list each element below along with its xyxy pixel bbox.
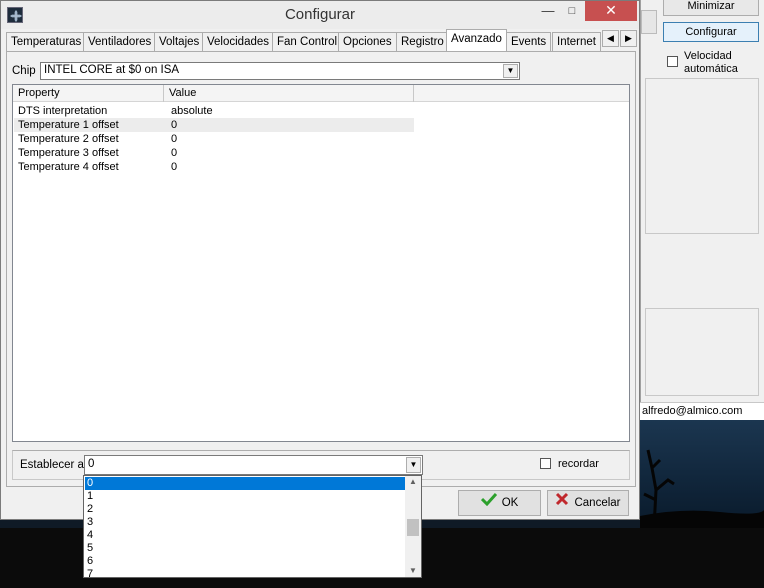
dropdown-option[interactable]: 1 <box>85 490 405 503</box>
property-name: DTS interpretation <box>18 105 108 117</box>
tab-temperaturas[interactable]: Temperaturas <box>6 32 87 51</box>
fan-app-icon <box>7 7 23 23</box>
set-to-value: 0 <box>88 458 95 470</box>
scroll-down-icon[interactable]: ▼ <box>405 565 421 577</box>
remember-checkbox[interactable] <box>540 458 551 469</box>
property-grid[interactable]: Property Value DTS interpretation absolu… <box>12 84 630 442</box>
checkmark-icon <box>480 491 497 515</box>
dropdown-option[interactable]: 6 <box>85 555 405 568</box>
cancel-x-icon <box>555 491 569 515</box>
grid-header: Property Value <box>13 85 629 102</box>
chevron-down-icon[interactable]: ▼ <box>406 457 421 473</box>
property-name: Temperature 2 offset <box>18 133 119 145</box>
dropdown-option[interactable]: 4 <box>85 529 405 542</box>
configure-dialog: Configurar — □ ✕ Temperaturas Ventilador… <box>0 0 640 520</box>
background-panel-bottom <box>645 308 759 396</box>
dropdown-option-selected[interactable]: 0 <box>85 477 405 490</box>
background-panel-top <box>645 78 759 234</box>
auto-speed-checkbox[interactable] <box>667 56 678 67</box>
property-name: Temperature 1 offset <box>18 119 119 131</box>
property-value: 0 <box>171 133 178 145</box>
minimize-app-button[interactable]: Minimizar <box>663 0 759 16</box>
dropdown-scrollbar[interactable]: ▲ ▼ <box>405 476 421 577</box>
column-header-value[interactable]: Value <box>164 85 414 102</box>
property-value: 0 <box>171 147 178 159</box>
title-bar[interactable]: Configurar — □ ✕ <box>1 1 639 29</box>
set-to-label: Establecer a <box>20 459 84 471</box>
cancel-button[interactable]: Cancelar <box>547 490 629 516</box>
ok-button[interactable]: OK <box>458 490 541 516</box>
wallpaper-photo <box>640 420 764 529</box>
grid-row[interactable]: Temperature 4 offset 0 <box>14 160 414 174</box>
tab-registro[interactable]: Registro <box>396 32 449 51</box>
tab-internet[interactable]: Internet <box>552 32 601 51</box>
tab-velocidades[interactable]: Velocidades <box>202 32 275 51</box>
dropdown-option[interactable]: 2 <box>85 503 405 516</box>
chip-select-value: INTEL CORE at $0 on ISA <box>44 64 180 76</box>
background-window: Minimizar Configurar Velocidad automátic… <box>640 0 764 420</box>
close-window-button[interactable]: ✕ <box>585 1 637 21</box>
property-value: 0 <box>171 119 178 131</box>
dropdown-option[interactable]: 3 <box>85 516 405 529</box>
set-to-dropdown-list[interactable]: 0 1 2 3 4 5 6 7 ▲ ▼ <box>83 475 422 578</box>
property-name: Temperature 4 offset <box>18 161 119 173</box>
email-link[interactable]: alfredo@almico.com <box>640 402 764 420</box>
grid-row[interactable]: DTS interpretation absolute <box>14 104 414 118</box>
tab-avanzado[interactable]: Avanzado <box>446 29 507 51</box>
chip-label: Chip <box>12 65 36 77</box>
ok-label: OK <box>501 497 519 510</box>
set-to-select[interactable]: 0 ▼ <box>84 455 423 475</box>
auto-speed-label-1: Velocidad <box>684 50 732 62</box>
auto-speed-label-2: automática <box>684 63 738 75</box>
dialog-title: Configurar <box>284 6 356 23</box>
cancel-label: Cancelar <box>574 497 621 510</box>
tab-ventiladores[interactable]: Ventiladores <box>83 32 157 51</box>
property-name: Temperature 3 offset <box>18 147 119 159</box>
remember-label: recordar <box>558 458 599 470</box>
scroll-up-icon[interactable]: ▲ <box>405 476 421 488</box>
tab-voltajes[interactable]: Voltajes <box>154 32 205 51</box>
maximize-window-button[interactable]: □ <box>557 1 587 23</box>
configure-app-button[interactable]: Configurar <box>663 22 759 42</box>
tab-fan-control[interactable]: Fan Control <box>272 32 343 51</box>
tab-events[interactable]: Events <box>506 32 552 51</box>
tab-scroll-right-icon[interactable]: ▶ <box>620 30 637 47</box>
grid-row-selected[interactable]: Temperature 1 offset 0 <box>14 118 414 132</box>
dropdown-option[interactable]: 5 <box>85 542 405 555</box>
column-header-property[interactable]: Property <box>13 85 164 102</box>
property-value: 0 <box>171 161 178 173</box>
tab-opciones[interactable]: Opciones <box>338 32 397 51</box>
scrollbar-thumb[interactable] <box>407 519 419 536</box>
tab-scroll-left-icon[interactable]: ◀ <box>602 30 619 47</box>
grid-row[interactable]: Temperature 3 offset 0 <box>14 146 414 160</box>
property-value: absolute <box>171 105 213 117</box>
chevron-down-icon[interactable]: ▼ <box>503 64 518 78</box>
dropdown-option[interactable]: 7 <box>85 568 405 577</box>
grid-row[interactable]: Temperature 2 offset 0 <box>14 132 414 146</box>
background-scroll-strip <box>641 10 657 34</box>
chip-select[interactable]: INTEL CORE at $0 on ISA ▼ <box>40 62 520 80</box>
